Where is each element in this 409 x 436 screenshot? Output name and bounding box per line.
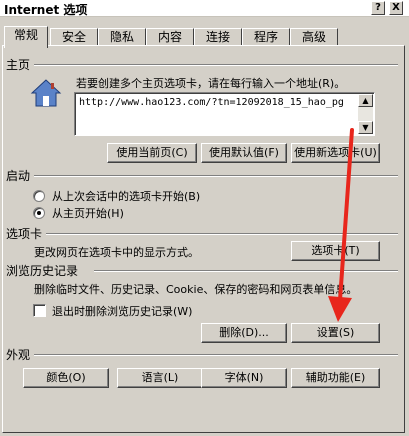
delete-history-button[interactable]: 删除(D)... — [201, 323, 287, 343]
tab-advanced[interactable]: 高级 — [290, 28, 338, 46]
help-button[interactable]: ? — [371, 1, 385, 15]
tab-content[interactable]: 内容 — [146, 28, 194, 46]
scroll-up-icon[interactable]: ▲ — [358, 94, 373, 107]
tabs-section-label: 选项卡 — [6, 227, 43, 241]
colors-button[interactable]: 颜色(O) — [23, 368, 109, 388]
history-settings-button[interactable]: 设置(S) — [291, 323, 380, 343]
startup-last-session-label: 从上次会话中的选项卡开始(B) — [52, 190, 201, 203]
tabs-description: 更改网页在选项卡中的显示方式。 — [34, 246, 199, 259]
tabs-settings-button[interactable]: 选项卡(T) — [291, 241, 380, 261]
home-url-text: http://www.hao123.com/?tn=12092018_15_ha… — [79, 97, 344, 108]
window-title: Internet 选项 — [4, 3, 88, 17]
scroll-down-icon[interactable]: ▼ — [358, 121, 373, 134]
delete-on-exit-label: 退出时删除浏览历史记录(W) — [52, 305, 193, 318]
home-instruction: 若要创建多个主页选项卡，请在每行输入一个地址(R)。 — [76, 77, 346, 90]
tab-privacy[interactable]: 隐私 — [98, 28, 146, 46]
use-new-tab-button[interactable]: 使用新选项卡(U) — [291, 143, 380, 163]
languages-button[interactable]: 语言(L) — [117, 368, 203, 388]
delete-on-exit-checkbox[interactable] — [33, 304, 46, 317]
divider — [34, 175, 398, 177]
divider — [34, 354, 398, 356]
accessibility-button[interactable]: 辅助功能(E) — [291, 368, 380, 388]
history-section-label: 浏览历史记录 — [6, 264, 79, 278]
startup-home-radio[interactable] — [33, 207, 45, 219]
home-url-field[interactable]: http://www.hao123.com/?tn=12092018_15_ha… — [74, 92, 375, 136]
url-scrollbar[interactable]: ▲ ▼ — [358, 94, 373, 134]
divider — [46, 233, 398, 235]
home-icon — [30, 79, 62, 107]
fonts-button[interactable]: 字体(N) — [201, 368, 287, 388]
title-bar: Internet 选项 ? X — [0, 0, 409, 17]
startup-home-label: 从主页开始(H) — [52, 207, 124, 220]
tab-connections[interactable]: 连接 — [194, 28, 242, 46]
history-description: 删除临时文件、历史记录、Cookie、保存的密码和网页表单信息。 — [34, 283, 358, 296]
use-default-button[interactable]: 使用默认值(F) — [201, 143, 287, 163]
startup-section-label: 启动 — [6, 169, 31, 183]
tab-security[interactable]: 安全 — [50, 28, 98, 46]
startup-last-session-radio[interactable] — [33, 190, 45, 202]
divider — [34, 64, 398, 66]
home-section-label: 主页 — [6, 58, 31, 72]
tab-programs[interactable]: 程序 — [242, 28, 290, 46]
close-button[interactable]: X — [389, 1, 403, 15]
divider — [94, 270, 398, 272]
appearance-section-label: 外观 — [6, 348, 31, 362]
tab-general[interactable]: 常规 — [4, 26, 48, 48]
use-current-button[interactable]: 使用当前页(C) — [107, 143, 197, 163]
